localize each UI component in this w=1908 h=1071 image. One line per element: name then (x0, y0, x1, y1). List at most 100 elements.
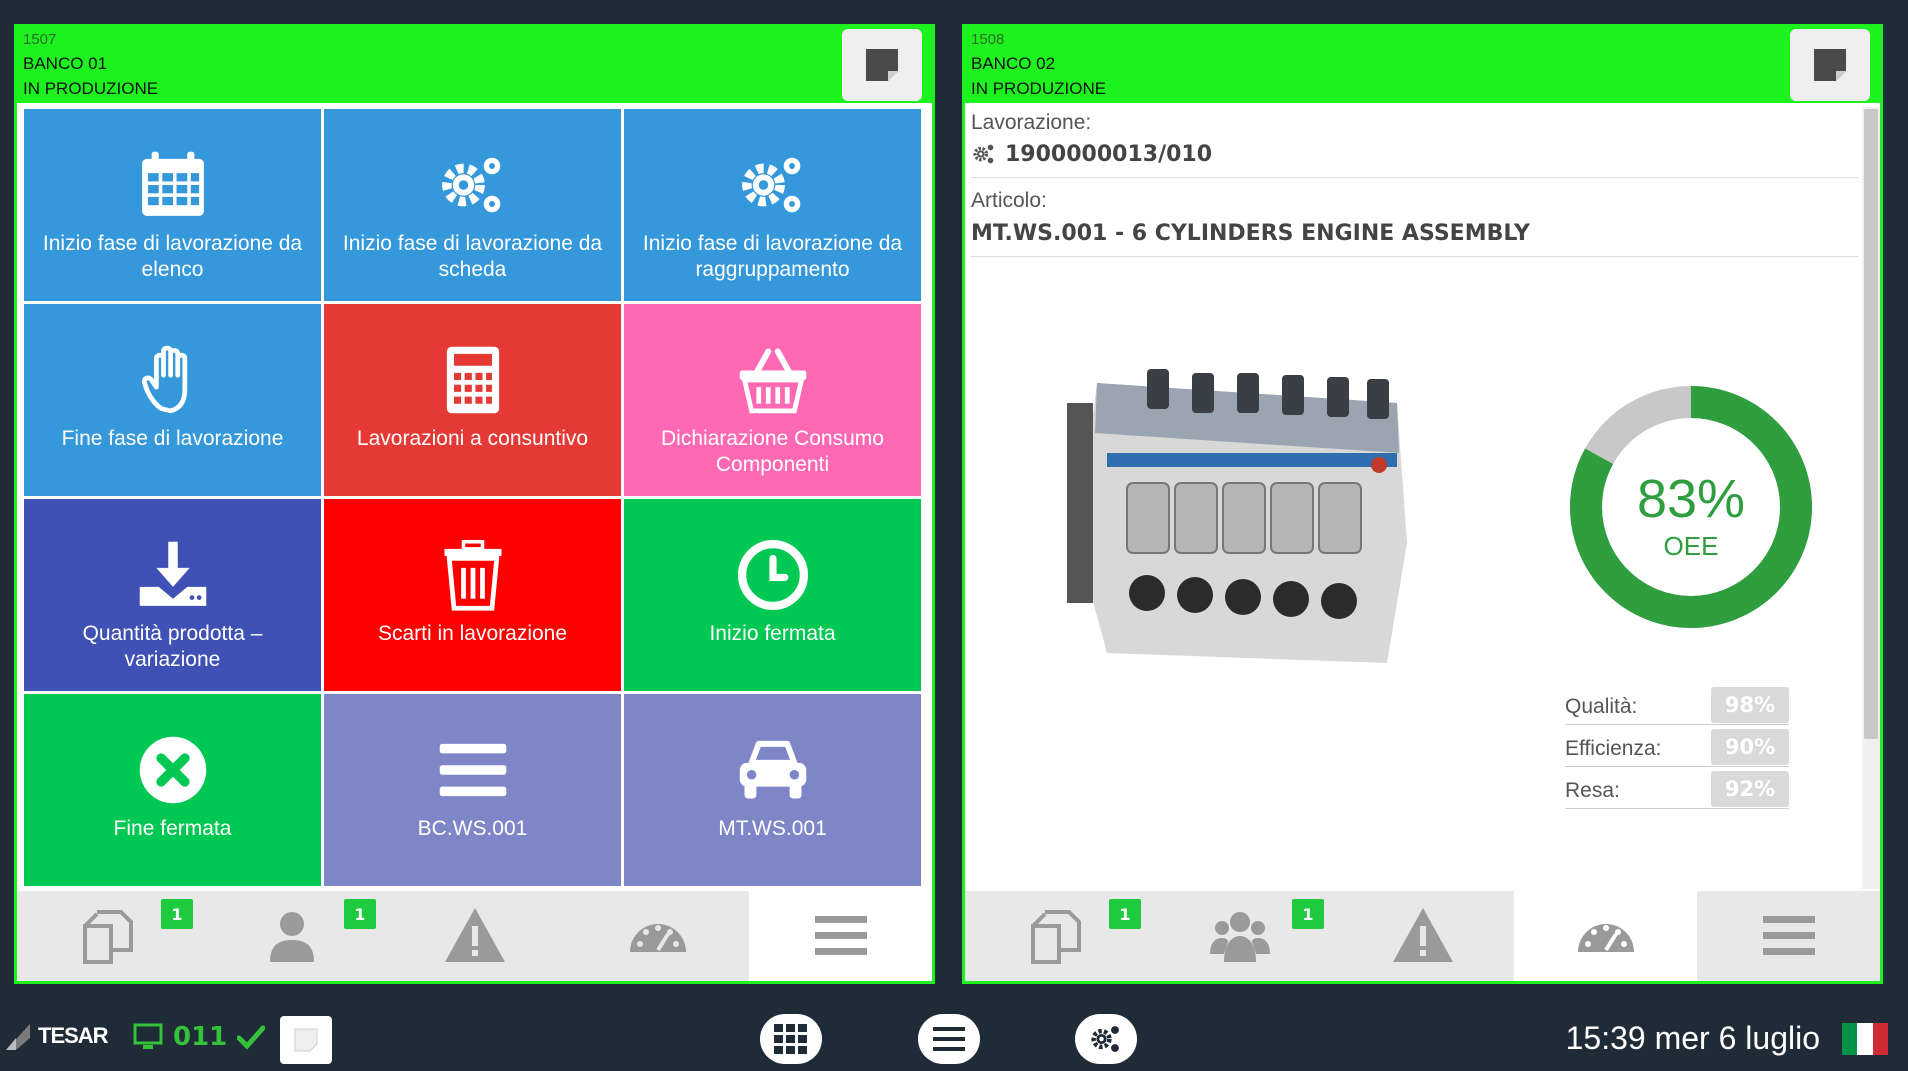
note-icon (294, 1028, 318, 1052)
article-label: Articolo: (971, 189, 1047, 212)
tile-label: Fine fase di lavorazione (61, 427, 284, 450)
warning-icon (1392, 908, 1453, 962)
flag-stripe (1872, 1023, 1888, 1055)
calendar-icon (141, 151, 204, 216)
flag-stripe (1842, 1023, 1858, 1055)
stat-quality: Qualità: 98% (1565, 687, 1789, 725)
gears-icon (1091, 1026, 1119, 1052)
tile-component-consumption[interactable]: Dichiarazione Consumo Componenti (624, 304, 921, 496)
workstation-detail: Lavorazione: 1900000013/010 Articolo: MT… (971, 107, 1858, 889)
note-icon (866, 49, 898, 81)
tab-dashboard[interactable] (566, 891, 749, 981)
tile-start-from-group[interactable]: Inizio fase di lavorazione da raggruppam… (624, 109, 921, 301)
close-circle-icon (139, 736, 206, 804)
user-icon (269, 912, 314, 962)
warning-icon (444, 908, 505, 962)
panel-header: 1508 BANCO 02 IN PRODUZIONE (965, 27, 1880, 103)
language-flag-it[interactable] (1842, 1023, 1888, 1055)
gears-icon (741, 157, 800, 213)
production-status: IN PRODUZIONE (971, 79, 1107, 98)
work-order-value: 1900000013/010 (1005, 141, 1213, 167)
hand-icon (141, 345, 187, 414)
tab-operator[interactable]: 1 (200, 891, 383, 981)
settings-button[interactable] (1075, 1014, 1137, 1064)
monitor-icon (133, 1023, 163, 1049)
stat-label: Resa: (1565, 779, 1620, 802)
datetime-display: 15:39 mer 6 luglio (1565, 1020, 1820, 1056)
tile-start-from-list[interactable]: Inizio fase di lavorazione da elenco (24, 109, 321, 301)
menu-icon (933, 1027, 965, 1051)
tab-menu[interactable] (749, 891, 932, 981)
panel-header: 1507 BANCO 01 IN PRODUZIONE (17, 27, 932, 103)
tab-documents[interactable]: 1 (17, 891, 200, 981)
tile-work-consuntivo[interactable]: Lavorazioni a consuntivo (324, 304, 621, 496)
trash-icon (444, 539, 501, 611)
stat-value: 92% (1711, 771, 1789, 807)
gears-icon (441, 157, 500, 213)
menu-icon (814, 916, 867, 955)
stat-yield: Resa: 92% (1565, 771, 1789, 809)
tab-menu[interactable] (1697, 891, 1880, 981)
tile-label: Fine fermata (113, 817, 232, 840)
tab-dashboard[interactable] (1514, 891, 1697, 981)
tab-alerts[interactable] (383, 891, 566, 981)
stat-efficiency: Efficienza: 90% (1565, 729, 1789, 767)
work-value-row: 1900000013/010 (971, 141, 1858, 178)
clock-icon (737, 539, 808, 611)
scrollbar-thumb[interactable] (1864, 109, 1878, 739)
bottom-tabbar: 1 1 (17, 891, 932, 981)
tile-stop-start[interactable]: Inizio fermata (624, 499, 921, 691)
action-tiles-grid: Inizio fase di lavorazione da elenco Ini… (24, 109, 924, 888)
tile-end-phase[interactable]: Fine fase di lavorazione (24, 304, 321, 496)
tab-operators[interactable]: 1 (1148, 891, 1331, 981)
tile-label: Inizio fase di lavorazione da elenco (42, 232, 303, 281)
tab-alerts[interactable] (1331, 891, 1514, 981)
production-status: IN PRODUZIONE (23, 79, 159, 98)
tile-label: MT.WS.001 (718, 817, 827, 840)
tile-label: Inizio fase di lavorazione da scheda (342, 232, 603, 281)
note-button[interactable] (842, 29, 922, 101)
workstation-id: 1507 (23, 31, 57, 48)
documents-badge: 1 (1109, 899, 1141, 929)
gauge-icon (629, 924, 686, 952)
oee-percent: 83% (1637, 469, 1745, 529)
tile-scrap[interactable]: Scarti in lavorazione (324, 499, 621, 691)
tile-start-from-card[interactable]: Inizio fase di lavorazione da scheda (324, 109, 621, 301)
station-indicator: 011 (133, 1022, 266, 1052)
tile-label: Scarti in lavorazione (377, 622, 568, 645)
oee-label: OEE (1664, 531, 1719, 561)
basket-icon (739, 348, 806, 414)
operator-badge: 1 (344, 899, 376, 929)
workstation-panel-1507: 1507 BANCO 01 IN PRODUZIONE Inizio fase … (14, 24, 935, 984)
workstation-panel-1508: 1508 BANCO 02 IN PRODUZIONE Lavorazione:… (962, 24, 1883, 984)
main-menu-button[interactable] (918, 1014, 980, 1064)
tile-stop-end[interactable]: Fine fermata (24, 694, 321, 886)
tile-label: Lavorazioni a consuntivo (356, 427, 589, 450)
system-statusbar: TESAR 011 15:39 mer 6 luglio (0, 1000, 1908, 1071)
tile-label: Quantità prodotta – variazione (82, 622, 263, 671)
tesar-logo-icon (6, 1024, 30, 1050)
gears-icon (973, 144, 994, 164)
tile-label: BC.WS.001 (417, 817, 528, 840)
brand-logo: TESAR (4, 1020, 109, 1052)
tile-bc-ws-001[interactable]: BC.WS.001 (324, 694, 621, 886)
note-button[interactable] (1790, 29, 1870, 101)
tile-quantity-variation[interactable]: Quantità prodotta – variazione (24, 499, 321, 691)
tile-mt-ws-001[interactable]: MT.WS.001 (624, 694, 921, 886)
gauge-icon (1577, 924, 1634, 952)
tile-label: Inizio fase di lavorazione da raggruppam… (642, 232, 903, 281)
users-icon (1209, 912, 1270, 962)
download-icon (139, 541, 206, 606)
note-icon (1814, 49, 1846, 81)
stat-label: Qualità: (1565, 695, 1638, 718)
tab-documents[interactable]: 1 (965, 891, 1148, 981)
oee-donut-chart: 83% OEE (1570, 386, 1812, 628)
station-number: 011 (173, 1022, 228, 1052)
calculator-icon (446, 346, 499, 414)
apps-grid-button[interactable] (760, 1014, 822, 1064)
grid-icon (774, 1024, 807, 1054)
stat-label: Efficienza: (1565, 737, 1662, 760)
documents-badge: 1 (161, 899, 193, 929)
notes-button[interactable] (280, 1016, 332, 1064)
list-icon (439, 743, 506, 797)
